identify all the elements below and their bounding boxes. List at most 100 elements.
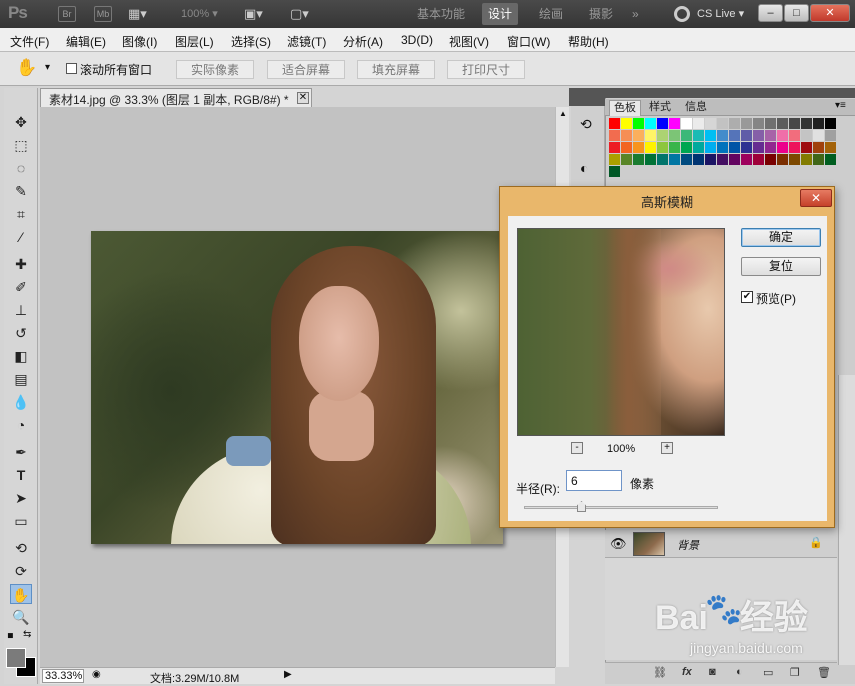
maximize-button[interactable]: □ [784, 4, 809, 22]
color-swatch[interactable] [825, 130, 836, 141]
color-swatch[interactable] [777, 142, 788, 153]
color-swatch[interactable] [717, 142, 728, 153]
color-swatch[interactable] [681, 142, 692, 153]
menu-analysis[interactable]: 分析(A) [343, 33, 383, 50]
layer-mask-icon[interactable]: ◙ [709, 666, 716, 678]
marquee-tool-icon[interactable]: ⬚ [10, 135, 32, 155]
workspace-essentials[interactable]: 基本功能 [411, 3, 471, 25]
color-swatch[interactable] [681, 118, 692, 129]
radius-input[interactable]: 6 [566, 470, 622, 491]
color-swatch[interactable] [801, 154, 812, 165]
bridge-button[interactable]: Br [58, 6, 76, 22]
view-extras-icon[interactable]: ▦▾ [128, 6, 147, 22]
color-swatch[interactable] [657, 130, 668, 141]
color-swatch[interactable] [621, 154, 632, 165]
color-swatch[interactable] [801, 142, 812, 153]
adjustment-layer-icon[interactable]: ◐ [736, 666, 743, 678]
color-swatch[interactable] [645, 142, 656, 153]
color-swatch[interactable] [741, 154, 752, 165]
panel-scrollbar[interactable] [838, 375, 855, 665]
color-swatch[interactable] [741, 130, 752, 141]
color-swatch[interactable] [729, 118, 740, 129]
color-swatch[interactable] [777, 130, 788, 141]
status-menu-arrow-icon[interactable]: ▶ [284, 669, 292, 680]
color-swatch[interactable] [657, 154, 668, 165]
dialog-close-button[interactable]: ✕ [800, 189, 832, 207]
color-swatch[interactable] [717, 154, 728, 165]
color-swatch[interactable] [657, 142, 668, 153]
healing-brush-tool-icon[interactable]: ✚ [10, 254, 32, 274]
menu-help[interactable]: 帮助(H) [568, 33, 609, 50]
color-swatch[interactable] [789, 154, 800, 165]
color-swatch[interactable] [621, 142, 632, 153]
hand-tool-preset-icon[interactable]: ✋ [16, 58, 37, 78]
color-swatch[interactable] [657, 118, 668, 129]
reset-button[interactable]: 复位 [741, 257, 821, 276]
new-group-icon[interactable]: ▭ [763, 666, 773, 679]
color-swatch[interactable] [765, 142, 776, 153]
brush-tool-icon[interactable]: ✐ [10, 277, 32, 297]
zoom-level-dropdown[interactable]: 100% ▾ [181, 7, 218, 20]
swap-colors-icon[interactable]: ⇆ [23, 629, 31, 640]
color-swatch[interactable] [693, 118, 704, 129]
color-swatch[interactable] [789, 142, 800, 153]
color-swatch[interactable] [753, 130, 764, 141]
color-swatch[interactable] [705, 118, 716, 129]
color-swatch[interactable] [705, 154, 716, 165]
color-swatch[interactable] [609, 154, 620, 165]
color-swatch[interactable] [621, 118, 632, 129]
color-swatch[interactable] [813, 130, 824, 141]
color-swatch[interactable] [609, 130, 620, 141]
document-tab[interactable]: 素材14.jpg @ 33.3% (图层 1 副本, RGB/8#) * ✕ [40, 88, 312, 107]
color-swatch[interactable] [693, 130, 704, 141]
tool-preset-dropdown-icon[interactable]: ▾ [45, 62, 50, 73]
color-swatch[interactable] [825, 118, 836, 129]
eyedropper-tool-icon[interactable]: ⁄ [10, 227, 32, 247]
type-tool-icon[interactable]: T [10, 465, 32, 485]
color-swatch[interactable] [633, 118, 644, 129]
color-swatch[interactable] [777, 118, 788, 129]
crop-tool-icon[interactable]: ⌗ [10, 204, 32, 224]
eraser-tool-icon[interactable]: ◧ [10, 346, 32, 366]
workspace-overflow[interactable]: » [626, 3, 645, 25]
color-swatch[interactable] [741, 142, 752, 153]
cs-live-button[interactable]: CS Live ▾ [697, 7, 744, 20]
color-swatch[interactable] [765, 118, 776, 129]
color-swatch[interactable] [609, 166, 620, 177]
color-swatch[interactable] [729, 142, 740, 153]
color-swatch[interactable] [765, 130, 776, 141]
color-swatch[interactable] [753, 142, 764, 153]
minimize-button[interactable]: – [758, 4, 783, 22]
zoom-in-button[interactable]: + [661, 442, 673, 454]
menu-image[interactable]: 图像(I) [122, 33, 157, 50]
close-window-button[interactable]: ✕ [810, 4, 850, 22]
clone-stamp-tool-icon[interactable]: ⊥ [10, 300, 32, 320]
color-swatch[interactable] [789, 130, 800, 141]
screen-mode-icon[interactable]: ▢▾ [290, 6, 309, 22]
color-swatch[interactable] [609, 118, 620, 129]
move-tool-icon[interactable]: ✥ [10, 112, 32, 132]
color-swatch[interactable] [801, 118, 812, 129]
horizontal-scrollbar[interactable] [300, 670, 555, 682]
color-swatch[interactable] [681, 130, 692, 141]
menu-edit[interactable]: 编辑(E) [66, 33, 106, 50]
scroll-up-icon[interactable]: ▲ [559, 109, 567, 118]
menu-filter[interactable]: 滤镜(T) [287, 33, 326, 50]
fill-screen-button[interactable]: 填充屏幕 [357, 60, 435, 79]
zoom-tool-icon[interactable]: 🔍 [10, 607, 32, 627]
menu-layer[interactable]: 图层(L) [175, 33, 214, 50]
new-layer-icon[interactable]: ❐ [790, 666, 800, 679]
color-swatch[interactable] [717, 118, 728, 129]
color-swatch[interactable] [825, 154, 836, 165]
color-swatch[interactable] [681, 154, 692, 165]
mini-bridge-button[interactable]: Mb [94, 6, 112, 22]
gradient-tool-icon[interactable]: ▤ [10, 369, 32, 389]
hand-tool-icon[interactable]: ✋ [10, 584, 32, 604]
tab-info[interactable]: 信息 [681, 100, 711, 116]
color-swatch[interactable] [753, 118, 764, 129]
pen-tool-icon[interactable]: ✒ [10, 442, 32, 462]
color-swatch[interactable] [753, 154, 764, 165]
layer-row-background[interactable]: 👁 背景 🔒 [605, 530, 837, 558]
panel-menu-icon[interactable]: ▾≡ [835, 100, 846, 111]
color-swatch[interactable] [705, 142, 716, 153]
